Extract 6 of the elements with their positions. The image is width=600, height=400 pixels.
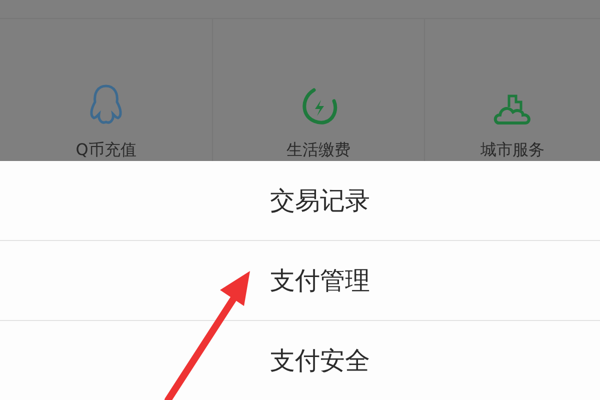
service-label: 城市服务 xyxy=(480,141,544,159)
service-label: 生活缴费 xyxy=(286,141,350,159)
lightning-circle-icon xyxy=(300,87,338,127)
penguin-icon xyxy=(88,83,124,127)
service-tile[interactable]: 城市服务 xyxy=(425,19,600,161)
service-label: Q币充值 xyxy=(76,141,136,159)
